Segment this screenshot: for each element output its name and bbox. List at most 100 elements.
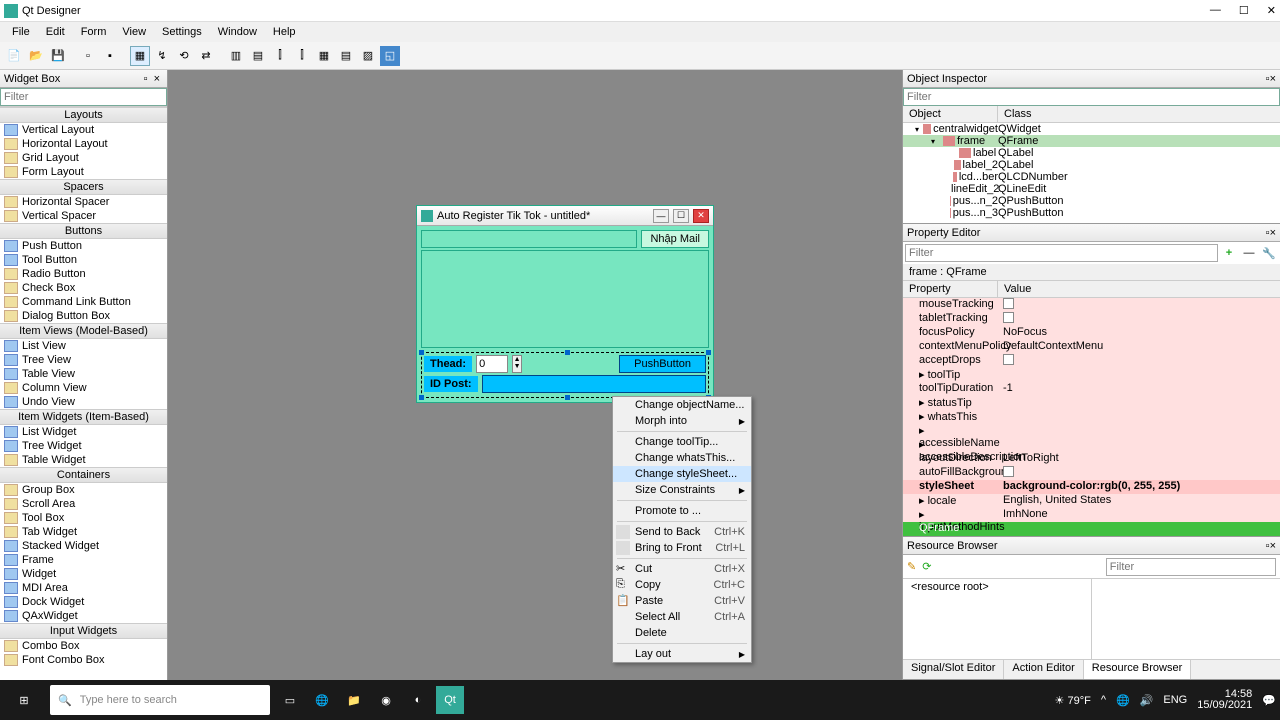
ctx-morph-into[interactable]: Morph into▶ bbox=[613, 413, 751, 429]
prop-config-icon[interactable]: 🔧 bbox=[1260, 244, 1278, 262]
checkbox-icon[interactable] bbox=[1003, 354, 1014, 365]
property-row[interactable]: layoutDirectionLeftToRight bbox=[903, 452, 1280, 466]
ctx-change-stylesheet[interactable]: Change styleSheet... bbox=[613, 466, 751, 482]
tray-volume-icon[interactable]: 🔊 bbox=[1140, 694, 1154, 707]
resource-root[interactable]: <resource root> bbox=[903, 579, 1091, 595]
layout-h-icon[interactable]: ▥ bbox=[226, 46, 246, 66]
property-row[interactable]: ▸ accessibleDescription bbox=[903, 438, 1280, 452]
ctx-select-all[interactable]: Select AllCtrl+A bbox=[613, 609, 751, 625]
form-lineedit[interactable] bbox=[421, 230, 637, 248]
object-tree-row[interactable]: ▾frameQFrame bbox=[903, 135, 1280, 147]
pushbutton[interactable]: PushButton bbox=[619, 355, 706, 373]
selected-frame[interactable]: Thead: 0 ▲▼ PushButton ID Post: bbox=[421, 352, 709, 398]
ctx-change-objectname[interactable]: Change objectName... bbox=[613, 397, 751, 413]
edge-icon[interactable]: 🌐 bbox=[308, 686, 336, 714]
task-view-icon[interactable]: ▭ bbox=[276, 686, 304, 714]
ctx-size-constraints[interactable]: Size Constraints▶ bbox=[613, 482, 751, 498]
widget-item[interactable]: Tool Button bbox=[0, 253, 167, 267]
tab-action-editor[interactable]: Action Editor bbox=[1004, 660, 1083, 679]
widget-item[interactable]: Check Box bbox=[0, 281, 167, 295]
widget-item[interactable]: Form Layout bbox=[0, 165, 167, 179]
edit-signals-icon[interactable]: ↯ bbox=[152, 46, 172, 66]
widget-item[interactable]: Tree Widget bbox=[0, 439, 167, 453]
design-canvas[interactable]: Auto Register Tik Tok - untitled* — ☐ ✕ … bbox=[168, 70, 902, 680]
widget-item[interactable]: Frame bbox=[0, 553, 167, 567]
ctx-send-back[interactable]: Send to BackCtrl+K bbox=[613, 524, 751, 540]
widget-item[interactable]: Font Combo Box bbox=[0, 653, 167, 667]
widget-item[interactable]: Table View bbox=[0, 367, 167, 381]
minimize-button[interactable]: — bbox=[1210, 4, 1221, 17]
ctx-cut[interactable]: ✂CutCtrl+X bbox=[613, 561, 751, 577]
ctx-delete[interactable]: Delete bbox=[613, 625, 751, 641]
widget-box-float-icon[interactable]: ▫ bbox=[141, 73, 151, 85]
start-button[interactable]: ⊞ bbox=[4, 684, 44, 716]
widget-item[interactable]: Horizontal Spacer bbox=[0, 195, 167, 209]
property-row[interactable]: styleSheetbackground-color:rgb(0, 255, 2… bbox=[903, 480, 1280, 494]
widget-item[interactable]: Tree View bbox=[0, 353, 167, 367]
object-tree-row[interactable]: pus...n_3QPushButton bbox=[903, 207, 1280, 219]
tray-lang[interactable]: ENG bbox=[1163, 694, 1187, 706]
edit-resource-icon[interactable]: ✎ bbox=[907, 560, 916, 573]
menu-window[interactable]: Window bbox=[210, 26, 265, 38]
widget-item[interactable]: MDI Area bbox=[0, 581, 167, 595]
ctx-change-whatsthis[interactable]: Change whatsThis... bbox=[613, 450, 751, 466]
property-filter[interactable] bbox=[905, 244, 1218, 262]
object-tree-row[interactable]: label_2QLabel bbox=[903, 159, 1280, 171]
widget-item[interactable]: Table Widget bbox=[0, 453, 167, 467]
widget-item[interactable]: Tab Widget bbox=[0, 525, 167, 539]
checkbox-icon[interactable] bbox=[1003, 466, 1014, 477]
widget-item[interactable]: Command Link Button bbox=[0, 295, 167, 309]
taskbar-search[interactable]: 🔍Type here to search bbox=[50, 685, 270, 715]
break-layout-icon[interactable]: ▨ bbox=[358, 46, 378, 66]
object-tree-row[interactable]: lineEdit_2QLineEdit bbox=[903, 183, 1280, 195]
object-tree-row[interactable]: lcd...berQLCDNumber bbox=[903, 171, 1280, 183]
menu-file[interactable]: File bbox=[4, 26, 38, 38]
dock-close-icon[interactable]: × bbox=[1270, 73, 1276, 85]
adjust-size-icon[interactable]: ◱ bbox=[380, 46, 400, 66]
bring-front-icon[interactable]: ▪ bbox=[100, 46, 120, 66]
widget-item[interactable]: Horizontal Layout bbox=[0, 137, 167, 151]
widget-group-header[interactable]: Item Widgets (Item-Based) bbox=[0, 409, 167, 425]
widget-group-header[interactable]: Containers bbox=[0, 467, 167, 483]
form-textarea[interactable] bbox=[421, 250, 709, 348]
property-row[interactable]: ▸ inputMethodHintsImhNone bbox=[903, 508, 1280, 522]
widget-item[interactable]: Combo Box bbox=[0, 639, 167, 653]
widget-box-filter[interactable] bbox=[0, 88, 167, 106]
object-inspector-filter[interactable] bbox=[903, 88, 1280, 106]
oi-col-object[interactable]: Object bbox=[903, 106, 998, 122]
widget-item[interactable]: QAxWidget bbox=[0, 609, 167, 623]
form-maximize-icon[interactable]: ☐ bbox=[673, 209, 689, 223]
edit-taborder-icon[interactable]: ⇄ bbox=[196, 46, 216, 66]
widget-item[interactable]: Grid Layout bbox=[0, 151, 167, 165]
weather-widget[interactable]: ☀ 79°F bbox=[1055, 694, 1091, 707]
property-row[interactable]: acceptDrops bbox=[903, 354, 1280, 368]
tray-chevron-icon[interactable]: ^ bbox=[1101, 694, 1106, 706]
widget-group-header[interactable]: Item Views (Model-Based) bbox=[0, 323, 167, 339]
widget-item[interactable]: Group Box bbox=[0, 483, 167, 497]
idpost-input[interactable] bbox=[482, 375, 706, 393]
checkbox-icon[interactable] bbox=[1003, 312, 1014, 323]
property-row[interactable]: autoFillBackground bbox=[903, 466, 1280, 480]
oi-col-class[interactable]: Class bbox=[998, 106, 1038, 122]
object-tree-row[interactable]: ▾centralwidgetQWidget bbox=[903, 123, 1280, 135]
designer-taskbar-icon[interactable]: Qt bbox=[436, 686, 464, 714]
property-row[interactable]: contextMenuPolicyDefaultContextMenu bbox=[903, 340, 1280, 354]
widget-item[interactable]: Vertical Spacer bbox=[0, 209, 167, 223]
property-row[interactable]: mouseTracking bbox=[903, 298, 1280, 312]
layout-grid-icon[interactable]: ▦ bbox=[314, 46, 334, 66]
new-icon[interactable]: 📄 bbox=[4, 46, 24, 66]
property-row[interactable]: QFrame bbox=[903, 522, 1280, 536]
ctx-promote[interactable]: Promote to ... bbox=[613, 503, 751, 519]
tray-notifications-icon[interactable]: 💬 bbox=[1262, 694, 1276, 707]
property-row[interactable]: toolTipDuration-1 bbox=[903, 382, 1280, 396]
edit-widgets-icon[interactable]: ▦ bbox=[130, 46, 150, 66]
thead-spinbox[interactable]: 0 bbox=[476, 355, 508, 373]
app-icon[interactable]: ◐ bbox=[404, 686, 432, 714]
menu-view[interactable]: View bbox=[114, 26, 154, 38]
menu-edit[interactable]: Edit bbox=[38, 26, 73, 38]
property-row[interactable]: focusPolicyNoFocus bbox=[903, 326, 1280, 340]
resource-filter[interactable] bbox=[1106, 558, 1276, 576]
pe-col-value[interactable]: Value bbox=[998, 281, 1037, 297]
ctx-copy[interactable]: ⎘CopyCtrl+C bbox=[613, 577, 751, 593]
tray-network-icon[interactable]: 🌐 bbox=[1116, 694, 1130, 707]
